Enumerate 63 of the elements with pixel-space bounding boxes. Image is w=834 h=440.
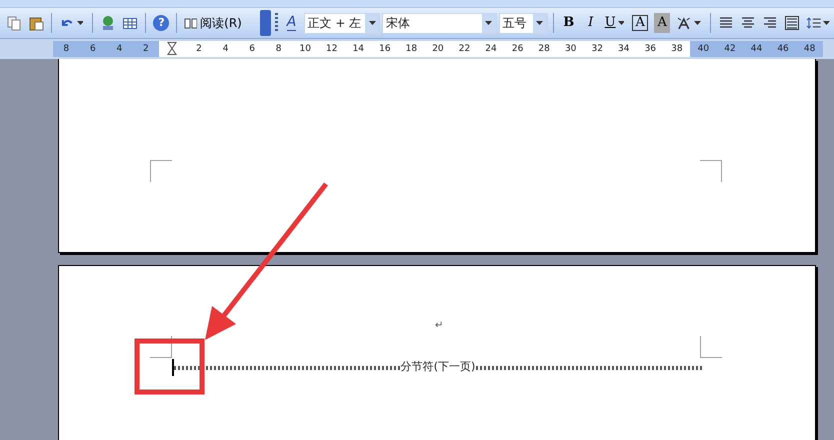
toolbar-overflow-button[interactable] (260, 10, 271, 36)
ruler-number: 4 (106, 41, 133, 57)
ruler-number: 12 (325, 43, 338, 56)
paragraph-mark: ↵ (435, 319, 444, 333)
caret-icon[interactable] (694, 21, 701, 25)
justify-icon (784, 15, 800, 31)
ruler-number: 40 (690, 41, 717, 57)
caret-icon[interactable] (368, 21, 376, 25)
bold-button[interactable]: B (558, 12, 579, 34)
ruler-number: 48 (796, 41, 823, 57)
phonetic-guide-icon (676, 15, 692, 31)
ruler-number: 44 (743, 41, 770, 57)
ruler-number: 46 (770, 41, 796, 57)
styles-button[interactable]: A (282, 12, 302, 34)
character-border-button[interactable]: A (630, 12, 650, 34)
caret-icon[interactable] (485, 21, 492, 25)
ruler-number: 14 (352, 43, 366, 56)
caret-icon[interactable] (618, 21, 624, 25)
book-icon (184, 17, 198, 29)
ruler-number: 30 (564, 43, 578, 56)
ruler-number: 16 (378, 43, 392, 56)
ruler-number: 4 (222, 43, 230, 56)
margin-corner-mark (150, 160, 172, 182)
underline-button[interactable]: U (602, 12, 628, 34)
italic-button[interactable]: I (580, 12, 601, 34)
highlight-box (134, 338, 204, 394)
ruler-number: 28 (537, 43, 551, 56)
ruler-number: 2 (195, 43, 203, 56)
paste-icon (28, 15, 44, 31)
table-icon (122, 15, 138, 31)
ruler-number: 6 (80, 41, 106, 57)
ruler-number: 10 (298, 43, 312, 56)
text-cursor (172, 359, 174, 376)
ruler-number: 36 (644, 43, 658, 56)
dropdown-field[interactable]: 正文 + 左 (304, 12, 380, 34)
ruler-number: 42 (716, 41, 744, 57)
ruler-number: 22 (458, 43, 472, 56)
ruler-number: 26 (510, 43, 524, 56)
copy-icon (6, 15, 22, 31)
ruler-number: 20 (431, 43, 445, 56)
ruler-number: 38 (670, 43, 684, 56)
section-break-label: 分节符(下一页) (400, 359, 476, 376)
indent-marker[interactable] (167, 42, 178, 56)
line-spacing-icon (806, 15, 822, 31)
dropdown-field[interactable]: 宋体 (382, 12, 497, 34)
ruler-number: 8 (274, 43, 283, 56)
ruler-number: 6 (248, 43, 256, 56)
margin-corner-mark (150, 336, 172, 358)
ruler-number: 34 (617, 43, 630, 56)
ruler-number: 8 (53, 41, 80, 57)
margin-corner-mark (700, 336, 722, 358)
caret-icon[interactable] (823, 21, 830, 25)
ruler-number: 2 (132, 41, 160, 57)
caret-icon[interactable] (76, 21, 84, 25)
dropdown-field[interactable]: 五号 (498, 12, 548, 34)
ruler-number: 24 (484, 43, 498, 56)
caret-icon[interactable] (536, 21, 544, 25)
character-shading-button[interactable]: A (652, 12, 672, 34)
toolbar-grip[interactable] (274, 13, 278, 33)
margin-corner-mark (700, 160, 722, 182)
ruler-number: 32 (590, 43, 604, 56)
ruler-number: 18 (404, 43, 418, 56)
read-mode-button[interactable]: 阅读(R) (182, 12, 244, 34)
